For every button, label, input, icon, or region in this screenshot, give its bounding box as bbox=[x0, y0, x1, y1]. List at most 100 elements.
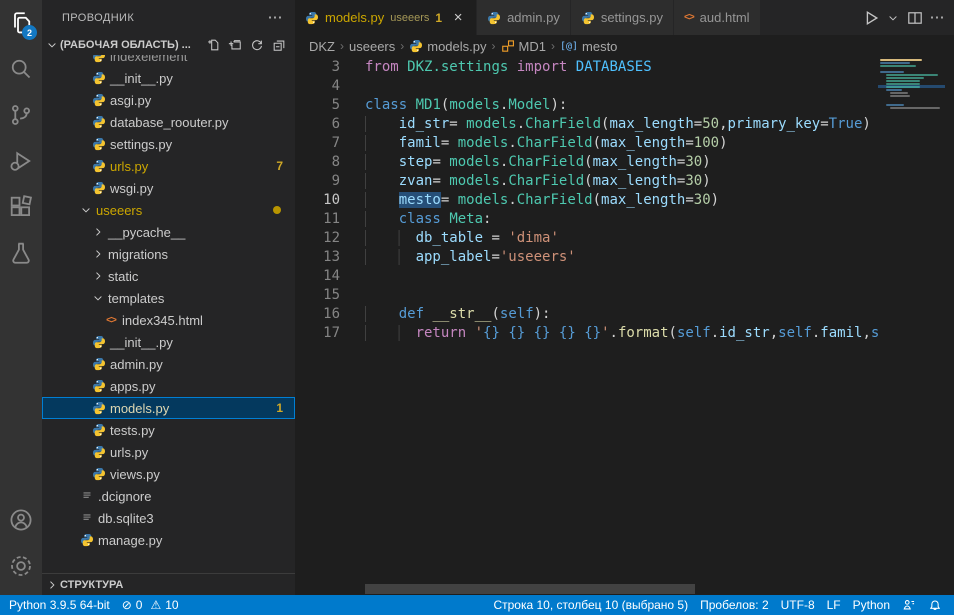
tree-item-templates[interactable]: templates bbox=[42, 287, 295, 309]
run-dropdown[interactable] bbox=[884, 8, 902, 28]
minimap[interactable] bbox=[878, 57, 945, 595]
tree-item-admin.py[interactable]: admin.py bbox=[42, 353, 295, 375]
tree-item-index345.html[interactable]: <>index345.html bbox=[42, 309, 295, 331]
vertical-scrollbar[interactable] bbox=[945, 57, 954, 595]
tree-item-label: __init__.py bbox=[110, 71, 173, 86]
tree-item-asgi.py[interactable]: asgi.py bbox=[42, 89, 295, 111]
activity-item-explorer[interactable]: 2 bbox=[0, 0, 42, 46]
activity-item-settings[interactable] bbox=[0, 543, 42, 589]
chevron-down-icon bbox=[46, 39, 58, 51]
activity-item-extensions[interactable] bbox=[0, 184, 42, 230]
activity-item-run-debug[interactable] bbox=[0, 138, 42, 184]
tab-models-py[interactable]: models.pyuseeers1× bbox=[295, 0, 477, 35]
new-file-button[interactable] bbox=[203, 35, 223, 55]
breadcrumb-item-models.py[interactable]: models.py bbox=[409, 39, 486, 54]
status-cursor-position[interactable]: Строка 10, столбец 10 (выбрано 5) bbox=[487, 595, 694, 615]
status-notifications[interactable] bbox=[922, 595, 948, 615]
activity-item-testing[interactable] bbox=[0, 230, 42, 276]
status-problems[interactable]: ⊘0⚠10 bbox=[116, 595, 185, 615]
breadcrumb-label: models.py bbox=[427, 39, 486, 54]
tree-item-indexelement[interactable]: indexelement bbox=[42, 55, 295, 67]
tree-item-label: urls.py bbox=[110, 159, 148, 174]
tab-aud-html[interactable]: <>aud.html bbox=[674, 0, 761, 35]
tree-item-migrations[interactable]: migrations bbox=[42, 243, 295, 265]
chevron-right-icon bbox=[92, 248, 104, 260]
views-more-actions-button[interactable]: ⋯ bbox=[265, 8, 285, 28]
tree-item-__init__.py[interactable]: __init__.py bbox=[42, 331, 295, 353]
source-control-icon bbox=[9, 103, 33, 127]
collapse-all-button[interactable] bbox=[269, 35, 289, 55]
beaker-icon bbox=[9, 241, 33, 265]
status-indentation[interactable]: Пробелов: 2 bbox=[694, 595, 775, 615]
tree-item-__init__.py[interactable]: __init__.py bbox=[42, 67, 295, 89]
tree-item-label: wsgi.py bbox=[110, 181, 153, 196]
horizontal-scrollbar[interactable] bbox=[365, 584, 695, 594]
status-eol[interactable]: LF bbox=[821, 595, 847, 615]
tree-item-label: db.sqlite3 bbox=[98, 511, 154, 526]
tree-item-apps.py[interactable]: apps.py bbox=[42, 375, 295, 397]
breadcrumb-item-MD1[interactable]: MD1 bbox=[501, 39, 546, 54]
close-icon[interactable]: × bbox=[450, 10, 466, 25]
status-python-interpreter[interactable]: Python 3.9.5 64-bit bbox=[0, 595, 116, 615]
split-editor-button[interactable] bbox=[906, 8, 924, 28]
tree-item-views.py[interactable]: views.py bbox=[42, 463, 295, 485]
breadcrumb-item-useeers[interactable]: useeers bbox=[349, 39, 395, 54]
collapse-all-icon bbox=[272, 38, 286, 52]
python-icon bbox=[581, 11, 595, 25]
tree-item-models.py[interactable]: models.py1 bbox=[42, 397, 295, 419]
breadcrumb-separator: › bbox=[551, 39, 555, 53]
account-icon bbox=[9, 508, 33, 532]
tree-item-manage.py[interactable]: manage.py bbox=[42, 529, 295, 551]
tree-item-label: asgi.py bbox=[110, 93, 151, 108]
status-language-mode[interactable]: Python bbox=[847, 595, 896, 615]
workspace-section-header[interactable]: (РАБОЧАЯ ОБЛАСТЬ) ... bbox=[42, 35, 295, 55]
activity-item-source-control[interactable] bbox=[0, 92, 42, 138]
python-icon bbox=[92, 401, 106, 415]
run-icon bbox=[862, 9, 880, 27]
breadcrumb-item-DKZ[interactable]: DKZ bbox=[309, 39, 335, 54]
line-number: 14 bbox=[295, 267, 340, 286]
outline-section-header[interactable]: СТРУКТУРА bbox=[42, 573, 295, 595]
python-icon bbox=[92, 159, 106, 173]
breadcrumb-item-mesto[interactable]: [@]mesto bbox=[560, 39, 617, 54]
tree-item-useeers[interactable]: useeers bbox=[42, 199, 295, 221]
more-actions-button[interactable]: ⋯ bbox=[928, 8, 946, 28]
tree-item-static[interactable]: static bbox=[42, 265, 295, 287]
code-line-12: 12 db_table = 'dima' bbox=[295, 229, 878, 248]
run-button[interactable] bbox=[862, 8, 880, 28]
python-icon bbox=[92, 115, 106, 129]
new-folder-button[interactable] bbox=[225, 35, 245, 55]
split-icon bbox=[907, 10, 923, 26]
line-number: 10 bbox=[295, 191, 340, 210]
tree-item-urls.py[interactable]: urls.py7 bbox=[42, 155, 295, 177]
activity-item-search[interactable] bbox=[0, 46, 42, 92]
tree-item-__pycache__[interactable]: __pycache__ bbox=[42, 221, 295, 243]
tab-settings-py[interactable]: settings.py bbox=[571, 0, 674, 35]
tree-item-wsgi.py[interactable]: wsgi.py bbox=[42, 177, 295, 199]
tree-item-db.sqlite3[interactable]: db.sqlite3 bbox=[42, 507, 295, 529]
activity-item-account[interactable] bbox=[0, 497, 42, 543]
python-icon bbox=[305, 11, 319, 25]
status-bar: Python 3.9.5 64-bit⊘0⚠10 Строка 10, стол… bbox=[0, 595, 954, 615]
refresh-button[interactable] bbox=[247, 35, 267, 55]
tree-item-database_roouter.py[interactable]: database_roouter.py bbox=[42, 111, 295, 133]
tree-item-label: __init__.py bbox=[110, 335, 173, 350]
tree-item-label: tests.py bbox=[110, 423, 155, 438]
code-line-9: 9 zvan= models.CharField(max_length=30) bbox=[295, 172, 878, 191]
tree-item-urls.py[interactable]: urls.py bbox=[42, 441, 295, 463]
status-encoding[interactable]: UTF-8 bbox=[775, 595, 821, 615]
error-icon: ⊘ bbox=[122, 598, 132, 612]
status-feedback[interactable] bbox=[896, 595, 922, 615]
code-editor[interactable]: 3from DKZ.settings import DATABASES45cla… bbox=[295, 57, 954, 595]
python-icon bbox=[92, 181, 106, 195]
tree-item-label: __pycache__ bbox=[108, 225, 185, 240]
python-icon bbox=[92, 137, 106, 151]
chevron-right-icon bbox=[92, 226, 104, 238]
tree-item-tests.py[interactable]: tests.py bbox=[42, 419, 295, 441]
tab-admin-py[interactable]: admin.py bbox=[477, 0, 571, 35]
explorer-sidebar: ПРОВОДНИК ⋯ (РАБОЧАЯ ОБЛАСТЬ) ... indexe… bbox=[42, 0, 295, 595]
new-folder-icon bbox=[228, 38, 242, 52]
extensions-icon bbox=[9, 195, 33, 219]
tree-item-.dcignore[interactable]: .dcignore bbox=[42, 485, 295, 507]
tree-item-settings.py[interactable]: settings.py bbox=[42, 133, 295, 155]
